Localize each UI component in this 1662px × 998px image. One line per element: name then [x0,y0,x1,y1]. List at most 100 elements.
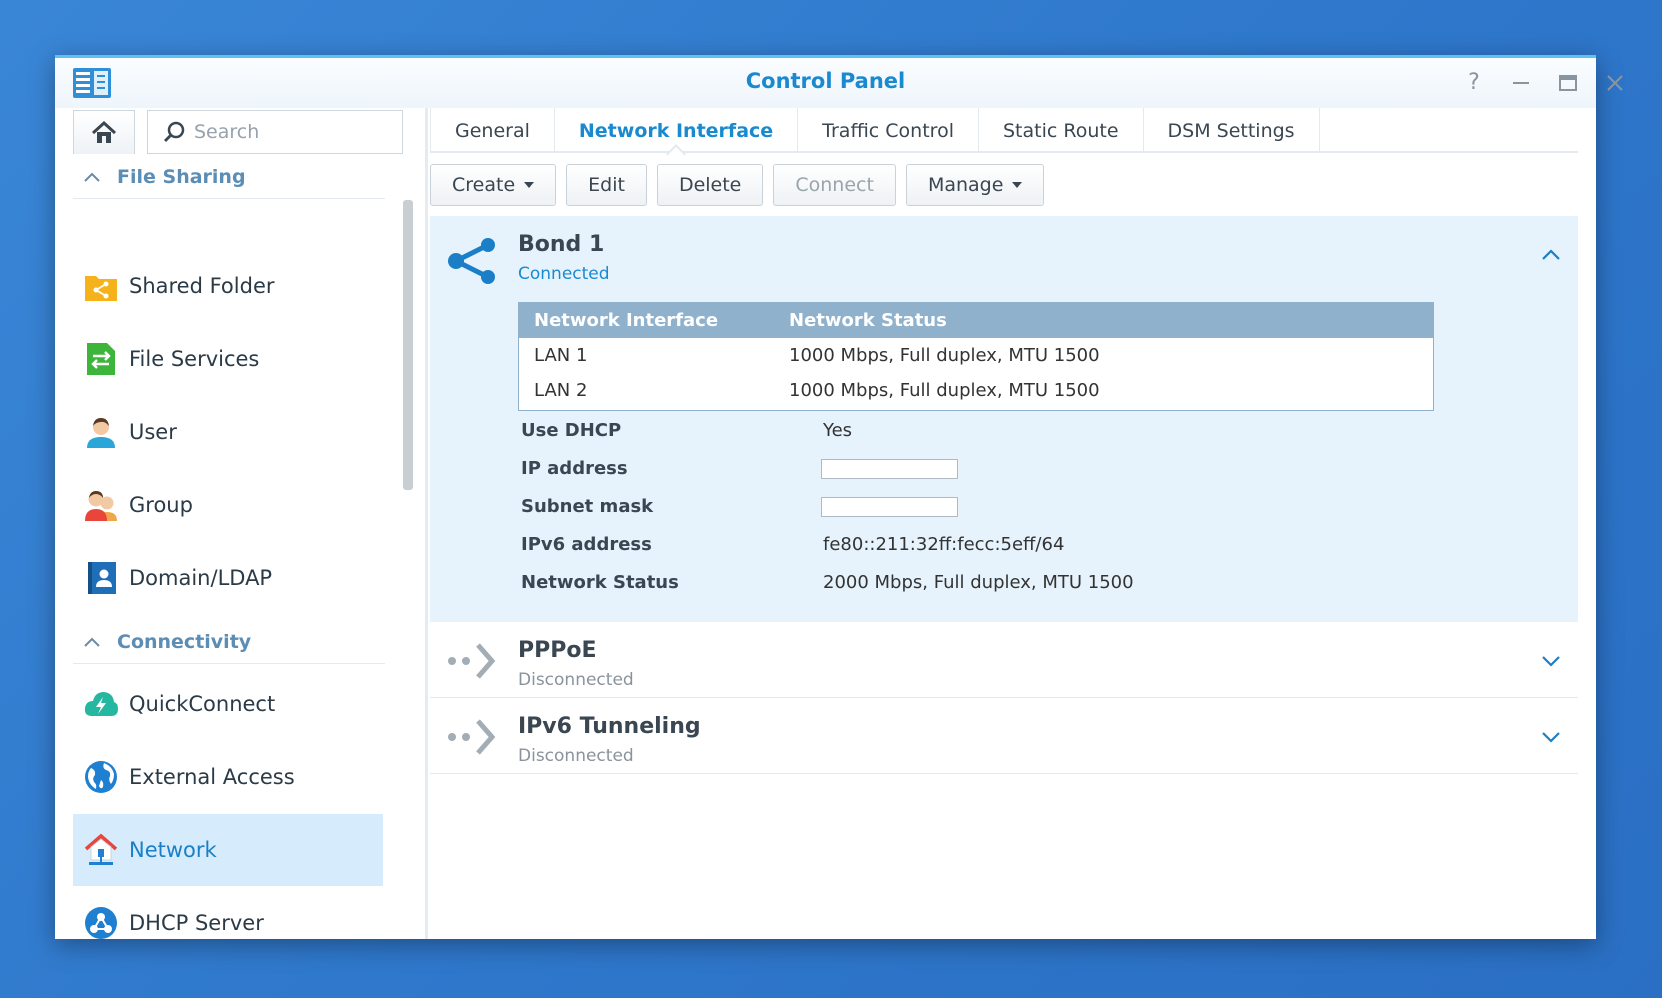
table-cell: LAN 1 [534,345,588,366]
caret-down-icon [1012,182,1023,188]
interface-status: Connected [518,264,610,284]
table-cell: 1000 Mbps, Full duplex, MTU 1500 [789,380,1100,401]
control-panel-window: Control Panel ? File [55,55,1623,939]
sidebar-item-external-access[interactable]: External Access [73,741,383,813]
interface-name: Bond 1 [518,232,605,257]
ip-address-value [821,459,958,479]
subnet-mask-value [821,497,958,517]
domain-ldap-icon [83,560,119,596]
maximize-icon[interactable] [1555,70,1581,96]
tab-dsm-settings[interactable]: DSM Settings [1144,108,1320,153]
sidebar-item-label: DHCP Server [129,911,264,935]
chevron-up-icon [84,172,100,182]
search-box[interactable] [147,110,403,154]
network-status-label: Network Status [521,572,679,593]
sidebar-item-label: Group [129,493,193,517]
sidebar-item-user[interactable]: User [73,396,383,468]
section-label: Connectivity [117,630,252,653]
minimize-icon[interactable] [1508,70,1534,96]
sidebar-item-label: Domain/LDAP [129,566,273,590]
interface-name: PPPoE [518,638,597,663]
table-row[interactable]: LAN 2 1000 Mbps, Full duplex, MTU 1500 [519,373,1433,408]
sidebar-item-domain-ldap[interactable]: Domain/LDAP [73,542,383,614]
disconnected-link-icon [448,719,496,755]
interface-card-bond-1[interactable]: Bond 1 Connected Network Interface Netwo… [430,216,1578,622]
sidebar-item-quickconnect[interactable]: QuickConnect [73,668,383,740]
sidebar-item-label: External Access [129,765,295,789]
section-file-sharing[interactable]: File Sharing [73,155,385,199]
column-header: Network Interface [534,310,719,331]
tab-bar: General Network Interface Traffic Contro… [430,108,1578,153]
tab-static-route[interactable]: Static Route [979,108,1144,153]
table-cell: LAN 2 [534,380,588,401]
tab-general[interactable]: General [430,108,555,153]
caret-down-icon [524,182,535,188]
edit-button[interactable]: Edit [566,164,647,206]
sidebar-item-file-services[interactable]: File Services [73,323,383,395]
window-title: Control Panel [745,69,906,93]
search-input[interactable] [194,121,384,143]
delete-button[interactable]: Delete [656,164,764,206]
search-icon [164,121,185,142]
interface-card-ipv6-tunneling[interactable]: IPv6 Tunneling Disconnected [430,698,1578,774]
dhcp-server-icon [83,905,119,941]
sidebar-scrollbar[interactable] [403,200,413,490]
tab-network-interface[interactable]: Network Interface [555,108,799,153]
table-cell: 1000 Mbps, Full duplex, MTU 1500 [789,345,1100,366]
chevron-down-icon[interactable] [1540,726,1562,748]
member-interfaces-table: Network Interface Network Status LAN 1 1… [518,302,1434,411]
table-header: Network Interface Network Status [519,303,1433,338]
sidebar: File Sharing Shared Folder File Services… [55,108,427,939]
sidebar-item-shared-folder[interactable]: Shared Folder [73,250,383,322]
sidebar-item-group[interactable]: Group [73,469,383,541]
manage-button-label: Manage [927,174,1004,196]
file-services-icon [83,341,119,377]
use-dhcp-label: Use DHCP [521,420,622,441]
tab-traffic-control[interactable]: Traffic Control [798,108,979,153]
close-icon[interactable] [1602,70,1628,96]
help-icon[interactable]: ? [1461,70,1487,96]
shared-folder-icon [83,268,119,304]
column-header: Network Status [789,310,947,331]
share-network-icon [448,238,495,284]
sidebar-item-label: Network [129,838,217,862]
manage-button[interactable]: Manage [905,164,1045,206]
toolbar: Create Edit Delete Connect Manage [430,164,1054,206]
subnet-mask-label: Subnet mask [521,496,654,517]
interface-status: Disconnected [518,670,634,690]
create-button[interactable]: Create [430,164,557,206]
ip-address-label: IP address [521,458,628,479]
chevron-up-icon[interactable] [1540,244,1562,266]
network-status-value: 2000 Mbps, Full duplex, MTU 1500 [823,572,1134,593]
sidebar-divider [425,108,428,939]
home-button[interactable] [73,110,135,154]
table-row[interactable]: LAN 1 1000 Mbps, Full duplex, MTU 1500 [519,338,1433,373]
connect-button[interactable]: Connect [773,164,896,206]
section-connectivity[interactable]: Connectivity [73,620,385,664]
sidebar-item-label: File Services [129,347,260,371]
use-dhcp-value: Yes [823,420,853,441]
home-icon [91,120,117,143]
sidebar-item-dhcp-server[interactable]: DHCP Server [73,887,383,959]
group-icon [83,487,119,523]
network-icon [83,832,119,868]
title-bar[interactable]: Control Panel ? [55,58,1623,108]
interface-card-pppoe[interactable]: PPPoE Disconnected [430,622,1578,698]
external-access-icon [83,759,119,795]
disconnected-link-icon [448,643,496,679]
user-icon [83,414,119,450]
section-label: File Sharing [117,165,246,188]
chevron-down-icon[interactable] [1540,650,1562,672]
interface-status: Disconnected [518,746,634,766]
sidebar-item-label: User [129,420,177,444]
chevron-up-icon [84,637,100,647]
quickconnect-icon [83,686,119,722]
interface-name: IPv6 Tunneling [518,714,701,739]
sidebar-item-label: Shared Folder [129,274,275,298]
create-button-label: Create [452,174,516,196]
sidebar-item-label: QuickConnect [129,692,276,716]
ipv6-address-value: fe80::211:32ff:fecc:5eff/64 [823,534,1065,555]
main-panel: General Network Interface Traffic Contro… [430,108,1578,939]
ipv6-address-label: IPv6 address [521,534,652,555]
sidebar-item-network[interactable]: Network [73,814,383,886]
